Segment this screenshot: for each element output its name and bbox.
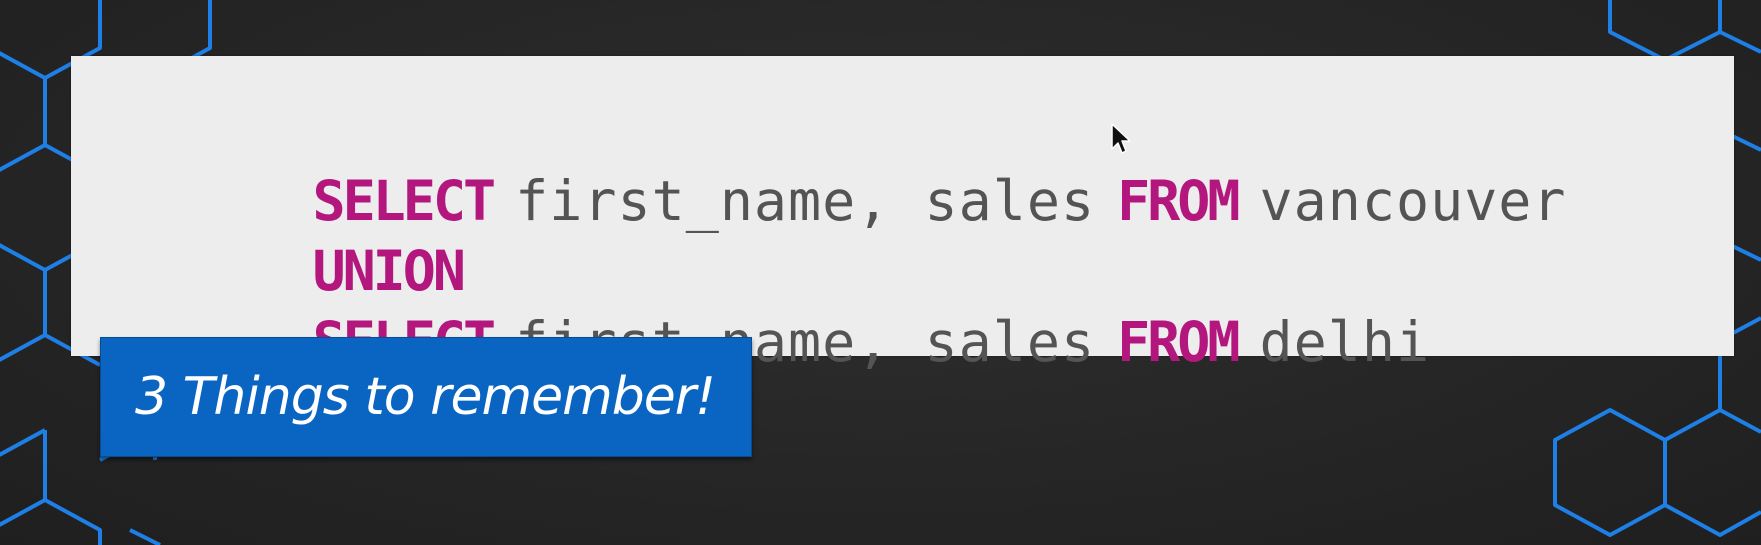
sql-table-name: vancouver [1259, 169, 1567, 233]
sql-line-select-delhi: SELECTfirst_name, salesFROMdelhi [180, 237, 1452, 374]
sql-keyword-from: FROM [1117, 169, 1240, 233]
hexagon-outline [0, 428, 46, 457]
sql-line-select-vancouver: SELECT first_name, sales FROM vancouver [180, 96, 1589, 233]
sql-keyword-from: FROM [1117, 310, 1240, 374]
hexagon-outline [129, 528, 161, 545]
sql-line-union: UNION [180, 166, 485, 303]
hexagon-outline [1553, 340, 1722, 537]
slide-stage: SELECT first_name, sales FROM vancouver UNI… [0, 0, 1761, 545]
hexagon-outline [1608, 0, 1722, 62]
callout-banner: 3 Things to remember! [100, 337, 752, 457]
hexagon-outline [1719, 30, 1761, 54]
hexagon-outline [1664, 503, 1761, 537]
hexagon-outline [44, 498, 102, 545]
mouse-pointer-icon [1111, 123, 1131, 154]
sql-table-name: delhi [1259, 310, 1431, 374]
hexagon-outline [0, 78, 47, 172]
hexagon-outline [1719, 408, 1761, 434]
hexagon-outline [0, 270, 47, 362]
callout-banner-text: 3 Things to remember! [135, 367, 716, 427]
sql-column-list: first_name, sales [515, 169, 1096, 233]
hexagon-outline [0, 430, 47, 527]
